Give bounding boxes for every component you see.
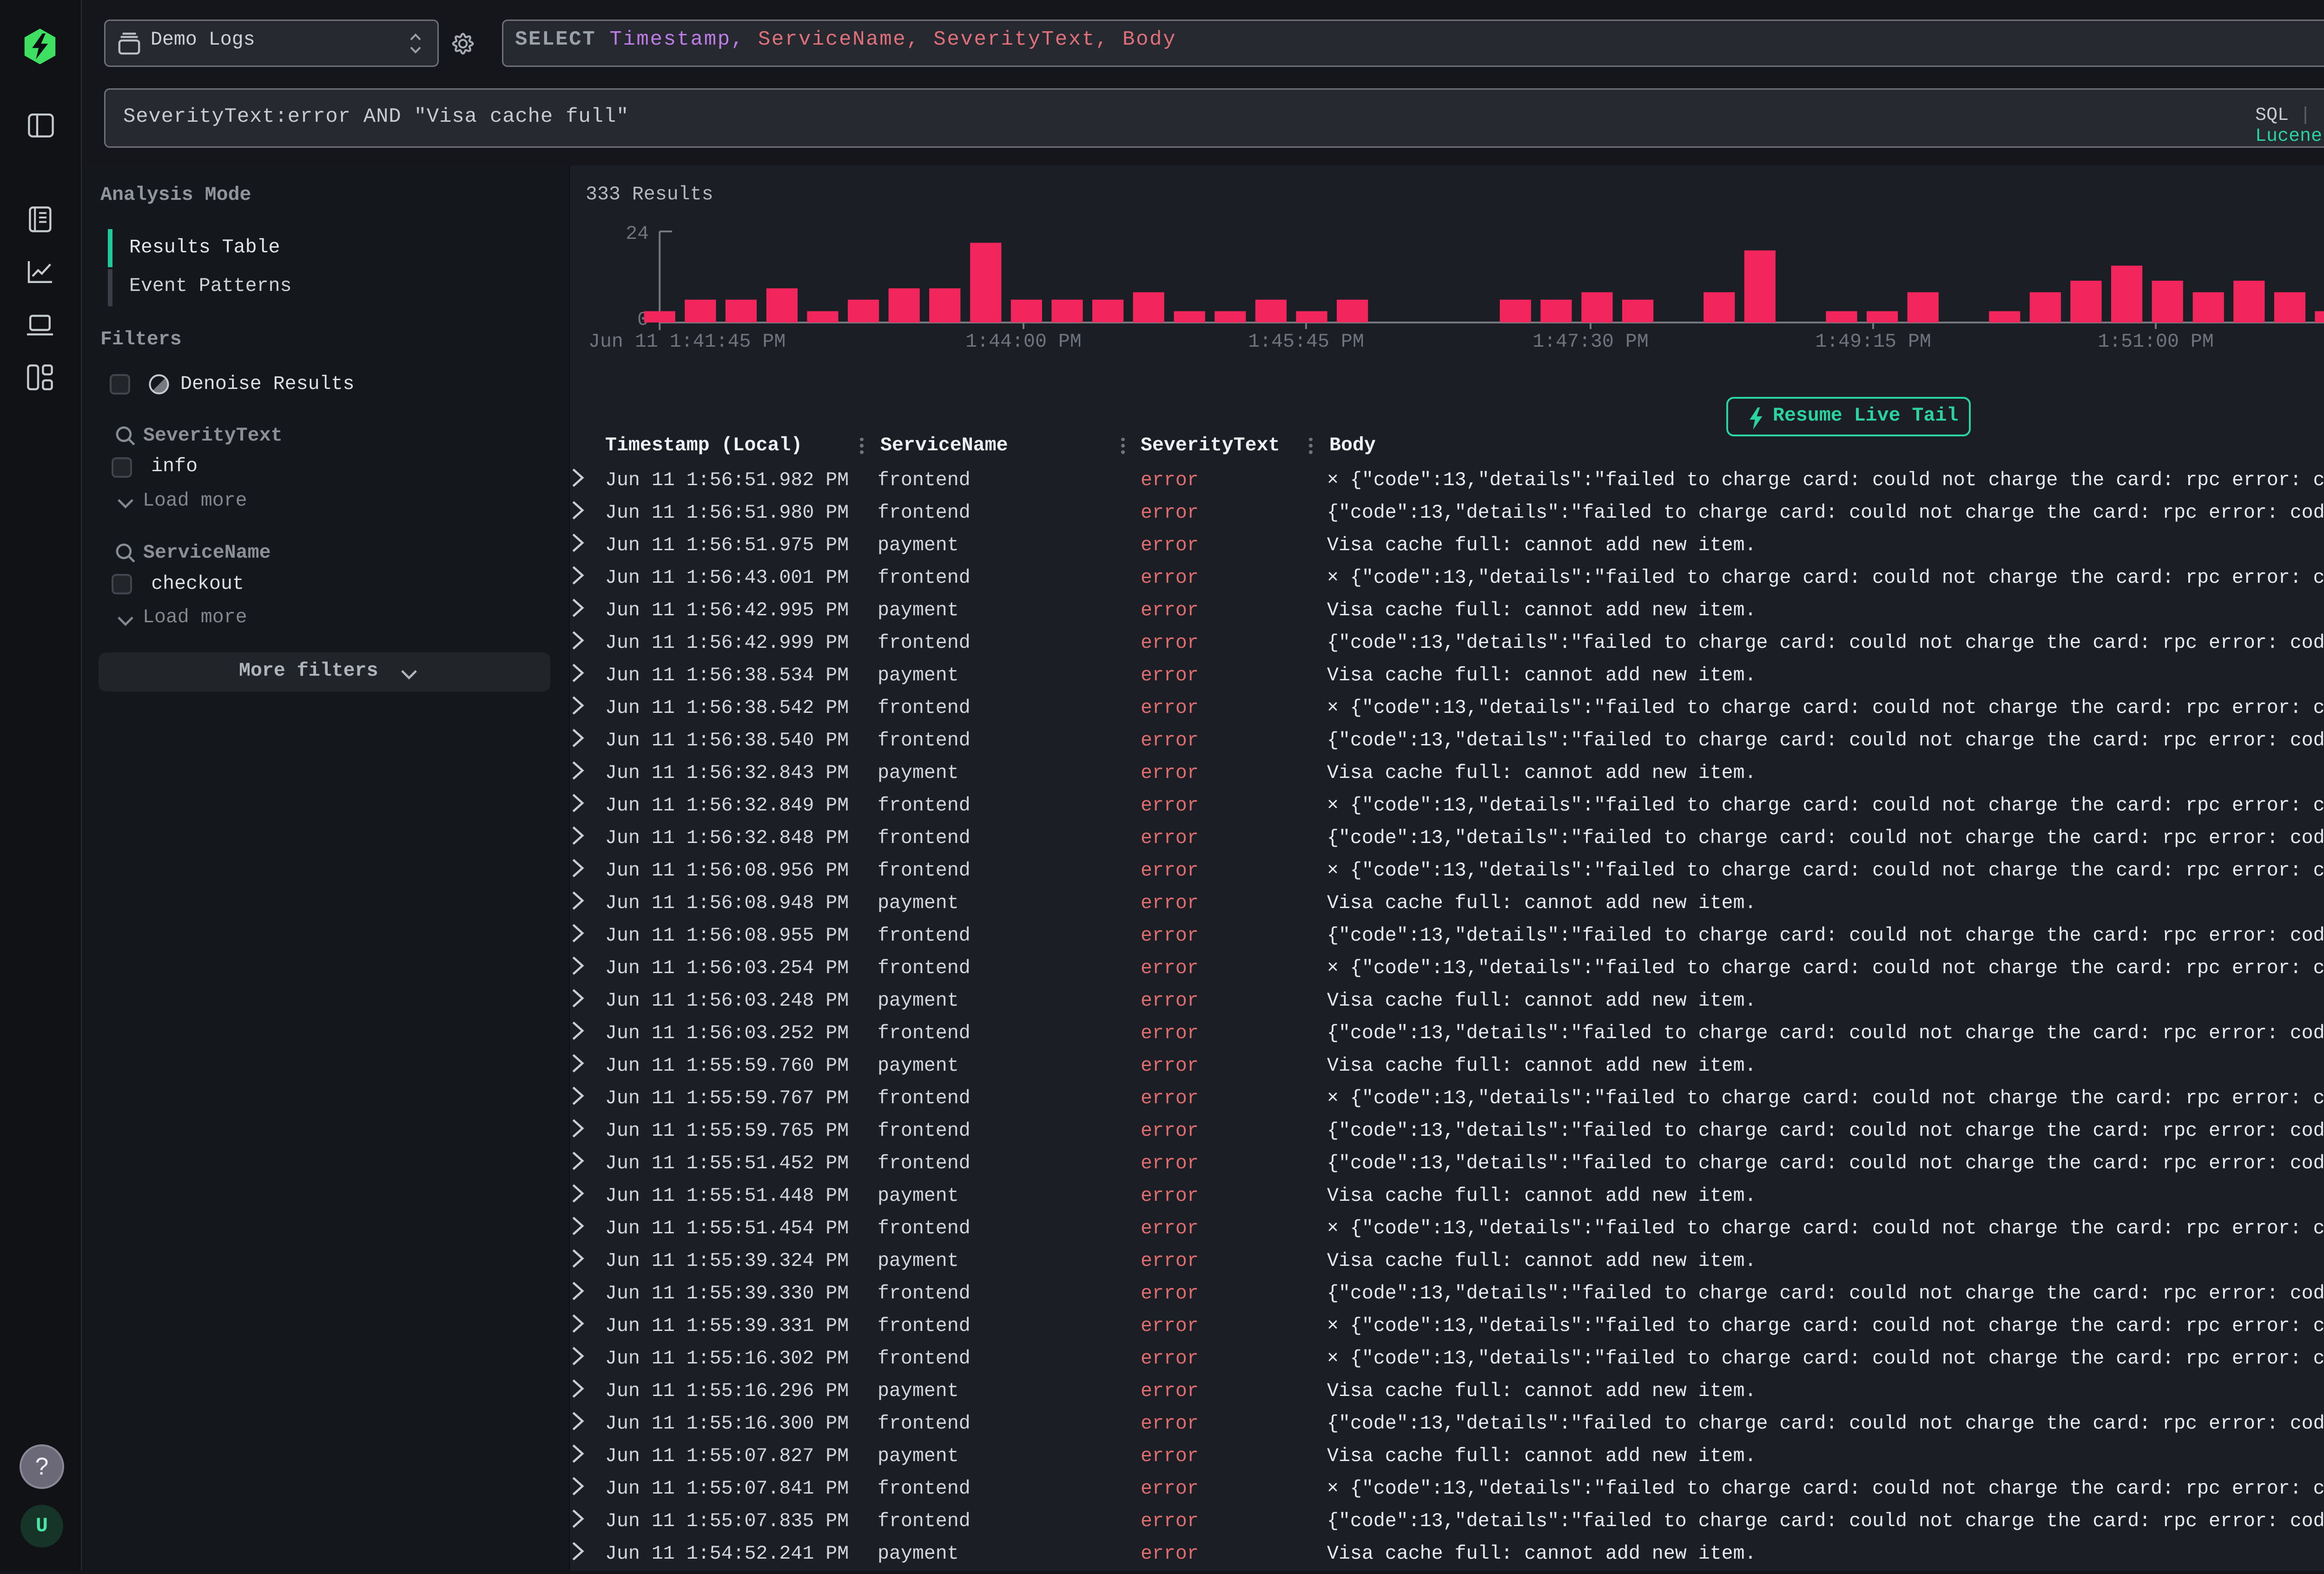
svg-text:1:45:45 PM: 1:45:45 PM [1248,331,1364,353]
svg-text:1:51:00 PM: 1:51:00 PM [2098,331,2214,353]
svg-text:1:44:00 PM: 1:44:00 PM [965,331,1082,353]
svg-text:1:47:30 PM: 1:47:30 PM [1532,331,1649,353]
svg-text:24: 24 [626,223,649,245]
svg-text:1:49:15 PM: 1:49:15 PM [1815,331,1931,353]
svg-text:Jun 11 1:41:45 PM: Jun 11 1:41:45 PM [588,331,786,353]
